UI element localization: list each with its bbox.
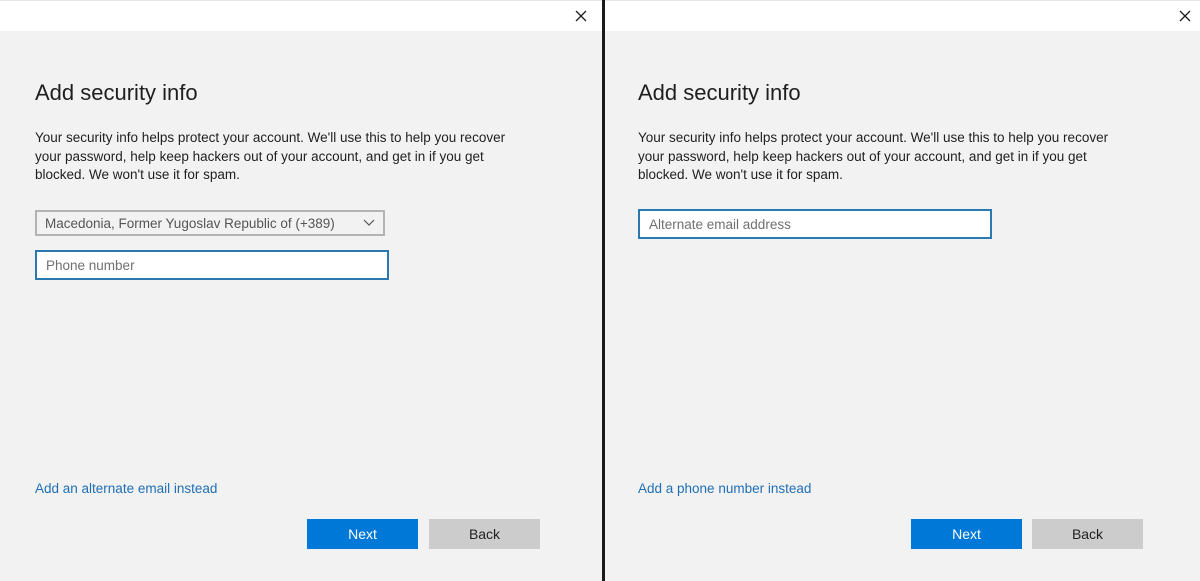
- left-title-bar: [0, 0, 602, 31]
- close-icon: [575, 10, 587, 22]
- phone-number-input[interactable]: [35, 250, 389, 280]
- left-next-button[interactable]: Next: [307, 519, 418, 549]
- screenshot-frame: Add security info Your security info hel…: [0, 0, 1200, 581]
- country-code-selected-value: Macedonia, Former Yugoslav Republic of (…: [45, 216, 335, 231]
- add-alternate-email-link[interactable]: Add an alternate email instead: [35, 481, 217, 496]
- left-back-button[interactable]: Back: [429, 519, 540, 549]
- chevron-down-icon: [363, 219, 375, 226]
- right-description: Your security info helps protect your ac…: [638, 130, 1109, 182]
- left-close-button[interactable]: [562, 1, 598, 31]
- right-title-bar: [605, 0, 1200, 31]
- close-icon: [1179, 10, 1191, 22]
- right-back-button[interactable]: Back: [1032, 519, 1143, 549]
- right-dialog: Add security info Your security info hel…: [605, 0, 1200, 581]
- add-phone-number-link[interactable]: Add a phone number instead: [638, 481, 811, 496]
- right-next-button[interactable]: Next: [911, 519, 1022, 549]
- country-code-select[interactable]: Macedonia, Former Yugoslav Republic of (…: [35, 210, 385, 236]
- right-close-button[interactable]: [1166, 1, 1200, 31]
- alternate-email-input[interactable]: [638, 209, 992, 239]
- left-dialog: Add security info Your security info hel…: [0, 0, 602, 581]
- left-page-title: Add security info: [35, 80, 198, 105]
- left-description: Your security info helps protect your ac…: [35, 130, 506, 182]
- right-page-title: Add security info: [638, 80, 801, 105]
